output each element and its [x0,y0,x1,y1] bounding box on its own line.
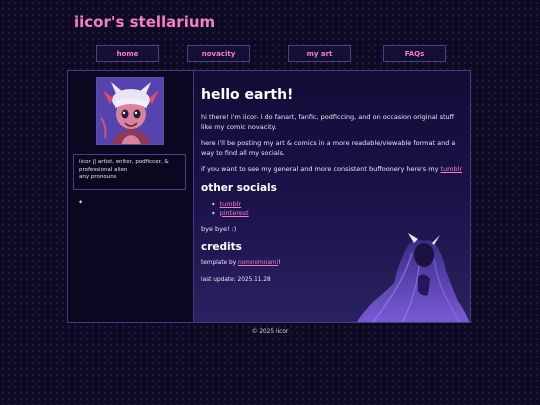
sparkle-icon: ✦ [78,200,84,206]
sidebar: iicor || artist, writer, podficcer, & pr… [68,71,194,322]
general-paragraph: if you want to see my general and more c… [201,165,463,175]
template-prefix: template by [201,260,237,266]
nav-home-button[interactable]: home [96,45,159,62]
last-update: last update: 2025.11.28 [201,276,271,283]
pinterest-social-link[interactable]: pinterest [220,209,249,217]
sparkle-bullet-icon: ✦ [211,210,216,217]
list-item: ✦ pinterest [211,209,463,218]
bio-description: iicor || artist, writer, podficcer, & pr… [79,159,169,173]
bio-pronouns: any pronouns [79,174,117,180]
avatar [96,77,164,145]
nomnomnami-link[interactable]: nomnomnami [238,260,278,266]
tumblr-main-link[interactable]: tumblr [441,165,463,173]
sparkle-bullet-icon: ✦ [211,201,216,208]
socials-heading: other socials [201,181,277,194]
bye-text: bye bye! :) [201,224,237,233]
nav-faqs-button[interactable]: FAQs [383,45,446,62]
list-item: ✦ tumblr [211,200,463,209]
general-text: if you want to see my general and more c… [201,165,439,173]
intro-paragraph: hi there! i'm iicor- i do fanart, fanfic… [201,113,455,131]
purpose-paragraph: here i'll be posting my art & comics in … [201,139,456,157]
avatar-illustration [97,78,163,144]
page-heading: hello earth! [201,87,294,103]
template-credit: template by nomnomnami! [201,259,463,269]
nav-novacity-button[interactable]: novacity [187,45,250,62]
main-content: hello earth! hi there! i'm iicor- i do f… [194,71,470,322]
socials-list: ✦ tumblr ✦ pinterest [211,200,463,218]
bio-box: iicor || artist, writer, podficcer, & pr… [73,154,186,190]
top-nav: home novacity my art FAQs [0,45,540,62]
credits-heading: credits [201,241,242,253]
tumblr-social-link[interactable]: tumblr [220,200,242,208]
template-suffix: ! [278,260,281,266]
site-title: iicor's stellarium [74,13,216,31]
content-body: hello earth! hi there! i'm iicor- i do f… [201,87,463,292]
nav-my-art-button[interactable]: my art [288,45,351,62]
page-frame: iicor || artist, writer, podficcer, & pr… [67,70,471,323]
footer-copyright: © 2025 iicor [251,329,289,335]
